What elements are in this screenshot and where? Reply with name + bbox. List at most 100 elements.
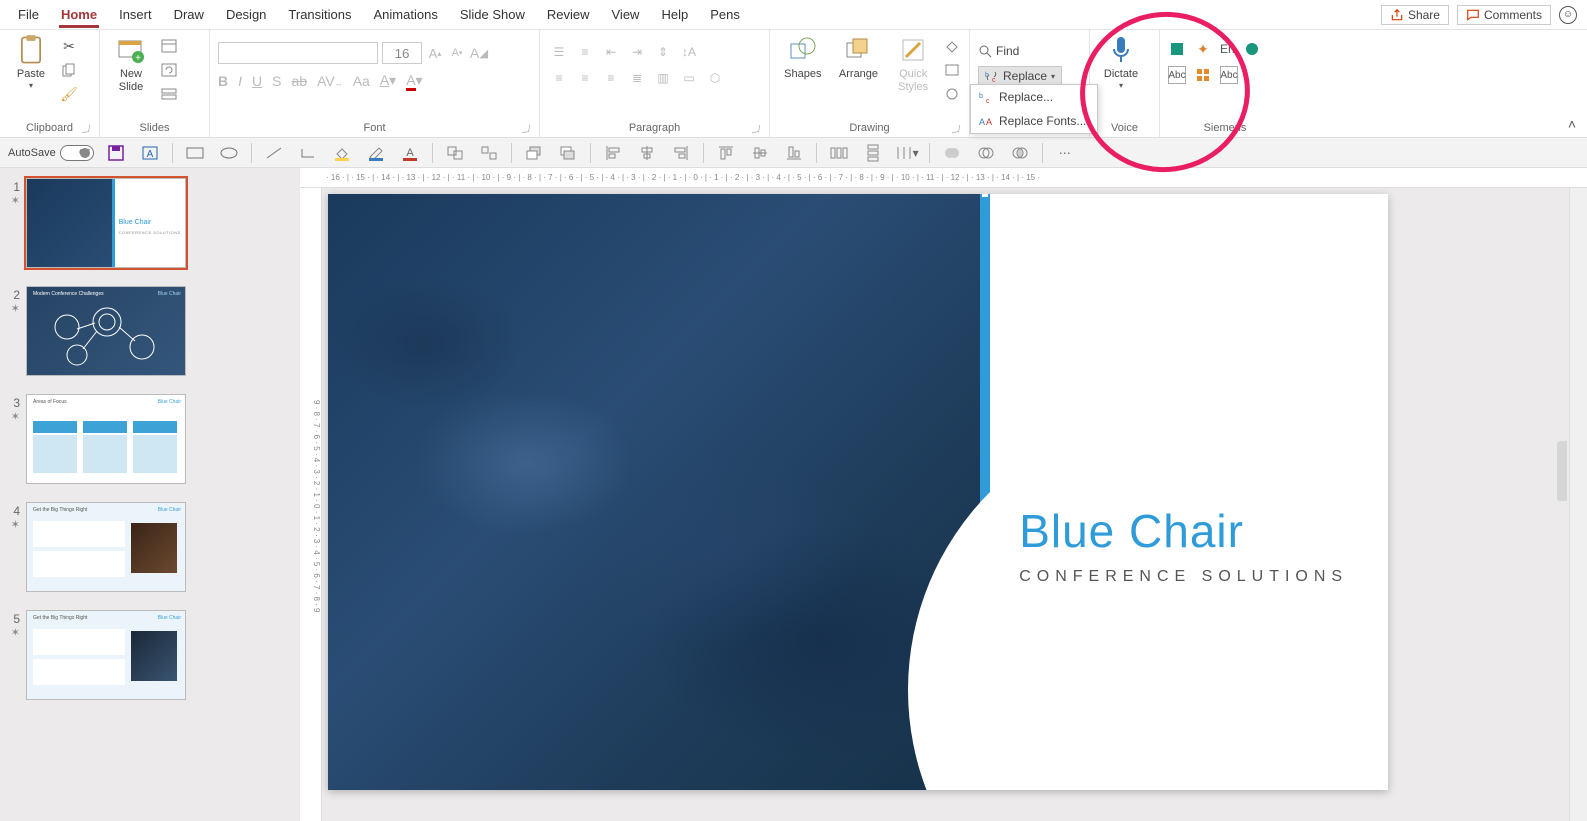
increase-indent-button[interactable]: ⇥ <box>626 42 648 62</box>
dialog-launcher-icon[interactable] <box>522 125 530 133</box>
font-color-button[interactable]: A▾ <box>406 72 422 89</box>
slide[interactable]: Blue Chair CONFERENCE SOLUTIONS <box>328 194 1388 790</box>
underline-button[interactable]: U <box>252 73 262 89</box>
section-button[interactable] <box>160 85 178 103</box>
merge-shapes-button[interactable] <box>940 141 964 165</box>
text-direction-button[interactable]: ↕A <box>678 42 700 62</box>
intersect-shapes-button[interactable] <box>1008 141 1032 165</box>
distribute-columns-button[interactable]: ▾ <box>895 141 919 165</box>
decrease-indent-button[interactable]: ⇤ <box>600 42 622 62</box>
line-spacing-button[interactable]: ⇕ <box>652 42 674 62</box>
share-button[interactable]: Share <box>1381 5 1449 25</box>
bullets-button[interactable]: ☰ <box>548 42 570 62</box>
numbering-button[interactable]: ≡ <box>574 42 596 62</box>
tab-view[interactable]: View <box>610 2 642 28</box>
paste-button[interactable]: Paste ▾ <box>8 34 54 90</box>
shapes-button[interactable]: Shapes <box>778 34 828 81</box>
rectangle-shape-button[interactable] <box>183 141 207 165</box>
reset-button[interactable] <box>160 61 178 79</box>
tab-design[interactable]: Design <box>224 2 268 28</box>
comments-button[interactable]: Comments <box>1457 5 1551 25</box>
highlight-color-button[interactable]: A▾ <box>380 72 396 89</box>
align-text-button[interactable]: ▭ <box>678 68 700 88</box>
slide-thumbnail-1[interactable]: Blue Chair CONFERENCE SOLUTIONS <box>26 178 186 268</box>
justify-button[interactable]: ≣ <box>626 68 648 88</box>
increase-font-button[interactable]: A▴ <box>426 44 444 62</box>
horizontal-ruler[interactable]: · 16 · | · 15 · | · 14 · | · 13 · | · 12… <box>300 168 1587 188</box>
qat-overflow-button[interactable]: ⋯ <box>1053 141 1077 165</box>
layout-button[interactable] <box>160 37 178 55</box>
distribute-vertical-button[interactable] <box>861 141 885 165</box>
slide-thumbnail-2[interactable]: Modern Conference Challenges Blue Chair <box>26 286 186 376</box>
siemens-tool-5[interactable] <box>1194 66 1212 84</box>
align-middle-qat-button[interactable] <box>748 141 772 165</box>
replace-button[interactable]: bc Replace ▾ <box>978 66 1062 86</box>
tab-review[interactable]: Review <box>545 2 592 28</box>
align-bottom-qat-button[interactable] <box>782 141 806 165</box>
oval-shape-button[interactable] <box>217 141 241 165</box>
selection-handle[interactable] <box>981 194 989 198</box>
slide-subtitle-text[interactable]: CONFERENCE SOLUTIONS <box>1019 568 1348 586</box>
siemens-lang-button[interactable]: En <box>1220 40 1235 58</box>
dictate-button[interactable]: Dictate ▾ <box>1098 34 1144 90</box>
siemens-tool-4[interactable]: Abc <box>1168 66 1186 84</box>
align-center-button[interactable]: ≡ <box>574 68 596 88</box>
slide-thumbnail-4[interactable]: Get the Big Things Right Blue Chair <box>26 502 186 592</box>
tab-pens[interactable]: Pens <box>708 2 742 28</box>
tab-home[interactable]: Home <box>59 2 99 28</box>
align-left-qat-button[interactable] <box>601 141 625 165</box>
slide-title-text[interactable]: Blue Chair <box>1019 504 1348 558</box>
send-backward-button[interactable] <box>556 141 580 165</box>
autosave-toggle[interactable]: AutoSave Off <box>8 145 94 161</box>
slide-thumbnail-3[interactable]: Areas of Focus Blue Chair <box>26 394 186 484</box>
ribbon-collapse-button[interactable]: ˄ <box>1563 115 1581 133</box>
tab-draw[interactable]: Draw <box>172 2 206 28</box>
align-left-button[interactable]: ≡ <box>548 68 570 88</box>
outline-color-button[interactable] <box>364 141 388 165</box>
siemens-tool-6[interactable]: Abc <box>1220 66 1238 84</box>
vertical-scrollbar[interactable] <box>1569 188 1587 821</box>
tab-animations[interactable]: Animations <box>372 2 440 28</box>
quick-styles-button[interactable]: Quick Styles <box>889 34 937 94</box>
siemens-tool-3[interactable] <box>1243 40 1261 58</box>
combine-shapes-button[interactable] <box>974 141 998 165</box>
tab-insert[interactable]: Insert <box>117 2 154 28</box>
dialog-launcher-icon[interactable] <box>82 125 90 133</box>
elbow-connector-button[interactable] <box>296 141 320 165</box>
char-spacing-button[interactable]: AV↔ <box>317 73 343 89</box>
arrange-button[interactable]: Arrange <box>834 34 884 81</box>
new-slide-button[interactable]: + New Slide <box>108 34 154 94</box>
shape-outline-button[interactable] <box>943 61 961 79</box>
vertical-ruler[interactable]: 9 · 8 · 7 · 6 · 5 · 4 · 3 · 2 · 1 · 0 · … <box>300 188 322 821</box>
columns-button[interactable]: ▥ <box>652 68 674 88</box>
slide-thumbnail-panel[interactable]: 1✶ Blue Chair CONFERENCE SOLUTIONS 2✶ Mo… <box>0 168 300 821</box>
change-case-button[interactable]: Aa <box>353 73 370 89</box>
font-name-combo[interactable] <box>218 42 378 64</box>
textbox-button[interactable]: A <box>138 141 162 165</box>
ungroup-button[interactable] <box>477 141 501 165</box>
copy-button[interactable] <box>60 61 78 79</box>
decrease-font-button[interactable]: A▾ <box>448 44 466 62</box>
shape-effects-button[interactable] <box>943 85 961 103</box>
bold-button[interactable]: B <box>218 73 228 89</box>
clear-formatting-button[interactable]: A◢ <box>470 44 488 62</box>
fill-color-button[interactable] <box>330 141 354 165</box>
slide-title-block[interactable]: Blue Chair CONFERENCE SOLUTIONS <box>985 504 1348 586</box>
distribute-horizontal-button[interactable] <box>827 141 851 165</box>
font-color-qat-button[interactable]: A <box>398 141 422 165</box>
font-size-combo[interactable] <box>382 42 422 64</box>
slide-canvas[interactable]: Blue Chair CONFERENCE SOLUTIONS <box>322 188 1569 821</box>
slide-hero-image[interactable] <box>328 194 985 790</box>
slide-thumbnail-5[interactable]: Get the Big Things Right Blue Chair <box>26 610 186 700</box>
italic-button[interactable]: I <box>238 73 242 89</box>
panel-collapse-handle[interactable] <box>1557 441 1567 501</box>
shape-fill-button[interactable] <box>943 37 961 55</box>
tab-transitions[interactable]: Transitions <box>286 2 353 28</box>
find-button[interactable]: Find <box>978 40 1019 62</box>
align-top-qat-button[interactable] <box>714 141 738 165</box>
align-center-qat-button[interactable] <box>635 141 659 165</box>
replace-menu-item[interactable]: bc Replace... <box>971 85 1097 109</box>
replace-fonts-menu-item[interactable]: AA Replace Fonts... <box>971 109 1097 133</box>
align-right-qat-button[interactable] <box>669 141 693 165</box>
strikethrough-button[interactable]: ab <box>291 73 307 89</box>
